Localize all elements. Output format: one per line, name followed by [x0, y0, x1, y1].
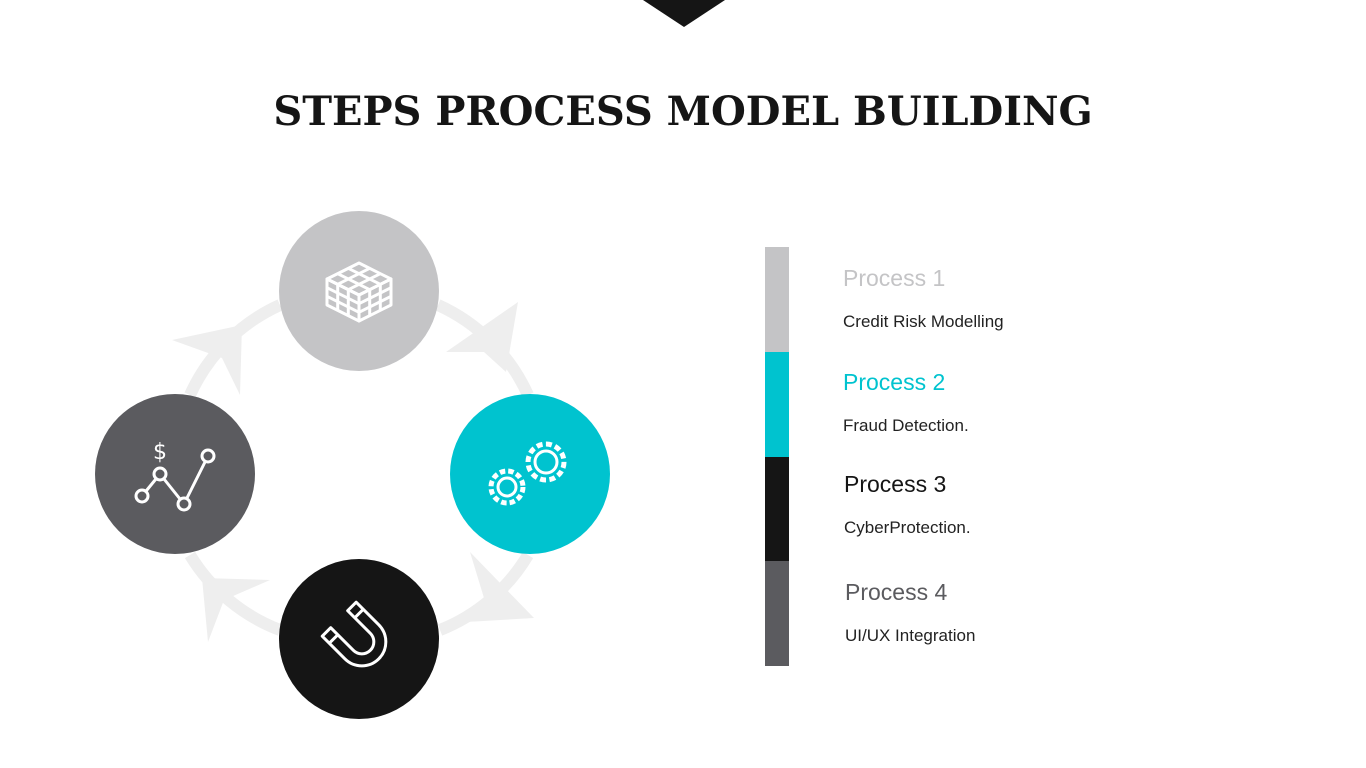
step-3-circle[interactable] [279, 559, 439, 719]
gears-icon [488, 441, 567, 506]
bar-segment-3 [765, 457, 789, 561]
process-1-description: Credit Risk Modelling [843, 312, 1004, 331]
bar-segment-1 [765, 247, 789, 352]
process-4-description: UI/UX Integration [845, 626, 976, 645]
process-4-title: Process 4 [845, 579, 948, 605]
process-2-description: Fraud Detection. [843, 416, 969, 435]
cube-grid-icon [325, 261, 393, 323]
finance-line-chart-icon: $ [134, 440, 216, 512]
bar-segment-4 [765, 561, 789, 666]
dollar-icon: $ [153, 440, 167, 465]
bar-segment-2 [765, 352, 789, 457]
process-2-title: Process 2 [843, 369, 946, 395]
magnet-icon [320, 600, 388, 668]
process-3-title: Process 3 [844, 471, 947, 497]
step-4-circle[interactable]: $ [95, 394, 255, 554]
process-1-title: Process 1 [843, 265, 946, 291]
process-3-description: CyberProtection. [844, 518, 971, 537]
step-1-circle[interactable] [279, 211, 439, 371]
step-2-circle[interactable] [450, 394, 610, 554]
